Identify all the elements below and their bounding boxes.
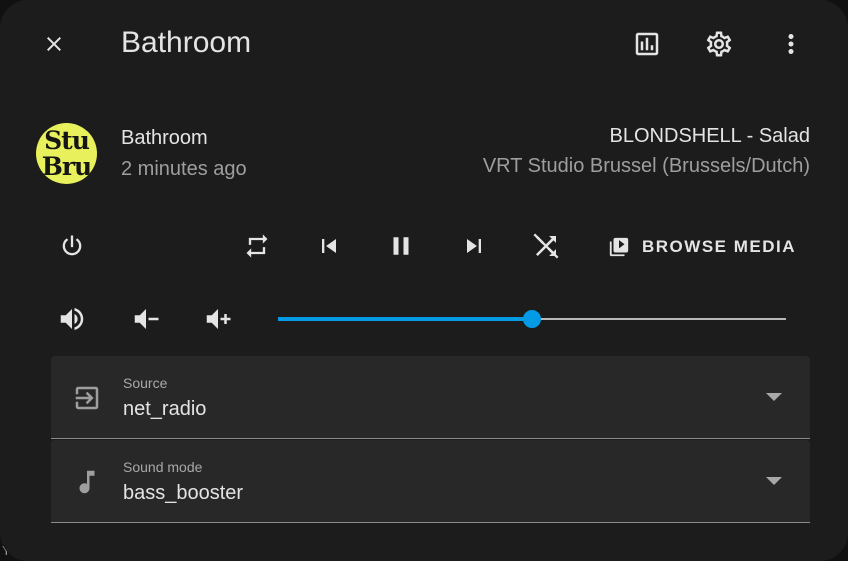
- volume-slider[interactable]: [278, 304, 786, 334]
- media-artist: VRT Studio Brussel (Brussels/Dutch): [482, 155, 810, 177]
- sound-mode-select[interactable]: Sound mode bass_booster: [51, 440, 810, 523]
- more-options-button[interactable]: [771, 24, 811, 64]
- close-button[interactable]: [34, 24, 74, 64]
- next-track-button[interactable]: [454, 226, 494, 266]
- settings-gear-icon: [706, 31, 732, 57]
- repeat-button[interactable]: [237, 226, 277, 266]
- input-icon: [71, 382, 103, 414]
- volume-up-button[interactable]: [198, 299, 238, 339]
- volume-slider-handle[interactable]: [523, 310, 541, 328]
- close-icon: [47, 37, 61, 51]
- power-icon: [62, 235, 82, 256]
- source-select[interactable]: Source net_radio: [51, 356, 810, 439]
- dropdown-arrow-icon: [762, 389, 786, 405]
- sound-mode-value: bass_booster: [123, 482, 244, 504]
- logo-text-top: Stu: [44, 126, 90, 155]
- dialog-title: Bathroom: [121, 26, 252, 59]
- volume-down-icon: [134, 309, 159, 329]
- sound-mode-label: Sound mode: [123, 459, 203, 475]
- power-button[interactable]: [52, 226, 92, 266]
- history-chart-icon: [635, 32, 659, 56]
- volume-slider-fill: [278, 317, 532, 321]
- pause-icon: [393, 237, 409, 255]
- play-box-multiple-icon: [609, 237, 629, 257]
- volume-up-icon: [206, 309, 231, 329]
- source-value: net_radio: [123, 398, 207, 420]
- last-changed: 2 minutes ago: [121, 158, 247, 180]
- volume-mute-button[interactable]: [52, 299, 92, 339]
- more-vertical-icon: [788, 34, 794, 54]
- source-label: Source: [123, 375, 168, 391]
- volume-mute-icon: [60, 308, 84, 330]
- shuffle-disabled-icon: [533, 233, 559, 259]
- history-button[interactable]: [627, 24, 667, 64]
- browse-media-label: BROWSE MEDIA: [642, 237, 796, 256]
- shuffle-button[interactable]: [526, 226, 566, 266]
- logo-text-bottom: Bru: [41, 152, 92, 181]
- media-title: BLONDSHELL - Salad: [609, 125, 810, 147]
- volume-down-button[interactable]: [126, 299, 166, 339]
- skip-next-icon: [467, 239, 481, 253]
- skip-previous-icon: [322, 239, 336, 253]
- browse-media-button[interactable]: BROWSE MEDIA: [600, 226, 804, 268]
- dropdown-arrow-icon: [762, 473, 786, 489]
- settings-button[interactable]: [699, 24, 739, 64]
- music-note-icon: [71, 466, 103, 498]
- pause-button[interactable]: [381, 226, 421, 266]
- previous-track-button[interactable]: [309, 226, 349, 266]
- entity-name: Bathroom: [121, 127, 208, 149]
- media-logo: Stu Bru: [36, 123, 97, 184]
- media-player-dialog: Bathroom Stu Bru Bathroom 2 minutes ago …: [0, 0, 848, 561]
- repeat-icon: [246, 234, 268, 258]
